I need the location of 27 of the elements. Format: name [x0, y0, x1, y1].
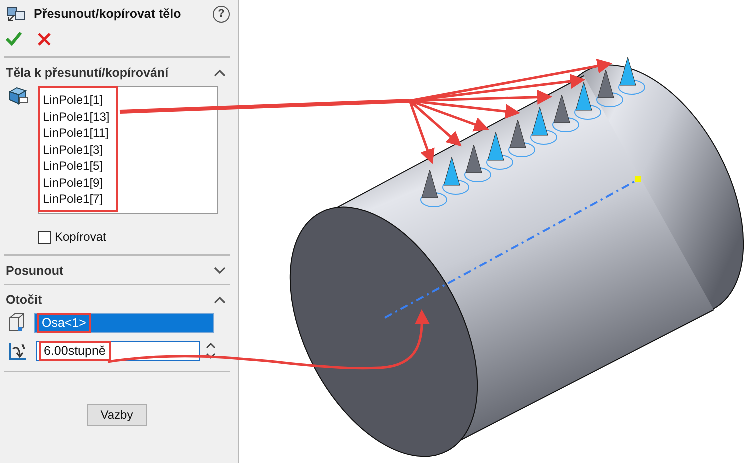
cancel-x-icon[interactable] [38, 32, 51, 46]
constraints-button[interactable]: Vazby [87, 404, 147, 426]
axis-field[interactable]: Osa<1> [34, 313, 214, 333]
list-item[interactable]: LinPole1[9] [43, 174, 110, 191]
list-item[interactable]: LinPole1[7] [43, 191, 110, 208]
section-title: Těla k přesunutí/kopírování [6, 66, 169, 80]
spinner-arrows-icon[interactable] [206, 341, 216, 361]
angle-field[interactable]: 6.00stupně [36, 341, 200, 361]
section-title: Posunout [6, 264, 64, 278]
chevron-icon[interactable] [214, 69, 226, 77]
list-item[interactable]: LinPole1[11] [43, 125, 110, 142]
help-icon[interactable]: ? [213, 6, 230, 22]
chevron-icon[interactable] [214, 267, 226, 275]
list-item[interactable]: LinPole1[13] [43, 108, 110, 125]
list-item[interactable]: LinPole1[1] [43, 92, 110, 108]
bodies-list[interactable]: LinPole1[1] LinPole1[13] LinPole1[11] LinPole1[3] LinPole1[5] LinPole1[9] LinPole1[7] [38, 86, 218, 214]
checkbox[interactable] [38, 230, 51, 244]
list-item[interactable]: LinPole1[5] [43, 158, 110, 174]
list-item[interactable]: LinPole1[3] [43, 142, 110, 158]
cube-icon [8, 86, 30, 106]
chevron-icon[interactable] [214, 296, 226, 304]
section-title: Otočit [6, 293, 42, 307]
checkbox-label: Kopírovat [55, 230, 106, 244]
panel-title: Přesunout/kopírovat tělo [34, 7, 182, 21]
rotate-angle-icon [8, 341, 28, 361]
ok-check-icon[interactable] [6, 32, 22, 46]
axis-cube-icon [8, 313, 26, 333]
